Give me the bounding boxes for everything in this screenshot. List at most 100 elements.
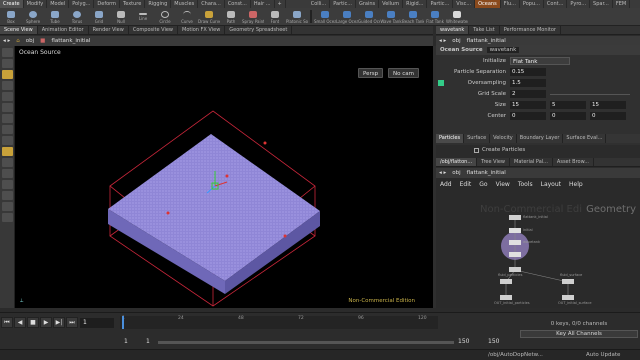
particle-separation-field[interactable]: 0.15 (510, 68, 546, 76)
shelf-tab[interactable]: Colli... (308, 0, 331, 8)
range-slider[interactable] (158, 341, 454, 344)
current-frame-field[interactable]: 1 (80, 318, 114, 328)
light-tool-icon[interactable] (2, 213, 13, 222)
node-label[interactable]: fluid_particles (498, 273, 522, 277)
key-all-channels-button[interactable]: Key All Channels (520, 330, 638, 338)
shelf-tab[interactable]: Pyro... (567, 0, 591, 8)
rotate-tool-icon[interactable] (2, 70, 13, 79)
breadcrumb-obj[interactable]: obj (23, 38, 37, 44)
view-tool-icon[interactable] (2, 125, 13, 134)
shelf-tab[interactable]: Model (47, 0, 70, 8)
tab-performance-monitor[interactable]: Performance Monitor (500, 26, 561, 34)
draw-curve-tool[interactable]: Draw Curve (198, 8, 220, 26)
tab-render-view[interactable]: Render View (89, 26, 129, 34)
back-arrow-icon[interactable]: ◂ ▸ (436, 170, 449, 176)
grid-snap-icon[interactable] (2, 191, 13, 200)
oversampling-field[interactable]: 1.5 (510, 79, 546, 87)
range-end-global-field[interactable]: 150 (488, 337, 499, 347)
torus-tool[interactable]: Torus (66, 8, 88, 26)
shelf-tab[interactable]: Rigging (145, 0, 172, 8)
play-icon[interactable]: ▶ (40, 317, 52, 328)
shelf-tab[interactable]: Hair ... (251, 0, 275, 8)
breadcrumb-node[interactable]: flattank_initial (464, 170, 509, 176)
node-name-field[interactable]: wavetank (486, 47, 520, 53)
size-z-field[interactable]: 15 (590, 101, 626, 109)
handle-tool-icon[interactable] (2, 92, 13, 101)
node-label[interactable]: fluid_surface (560, 273, 582, 277)
node-label[interactable]: wavetank (523, 240, 540, 244)
menu-help[interactable]: Help (565, 180, 587, 190)
wave-tank-tool[interactable]: Wave Tank (380, 8, 402, 26)
step-forward-icon[interactable]: ▶| (53, 317, 65, 328)
font-tool[interactable]: Font (264, 8, 286, 26)
shelf-tab[interactable]: Texture (120, 0, 146, 8)
line-tool[interactable]: Line (132, 8, 154, 26)
whitewater-tool[interactable]: Whitewater (446, 8, 468, 26)
display-tool-icon[interactable] (2, 169, 13, 178)
shelf-tab[interactable]: Rigid... (403, 0, 428, 8)
shelf-tab[interactable]: Const... (225, 0, 251, 8)
path-tool[interactable]: Path (220, 8, 242, 26)
timeline-ruler[interactable]: 1 24 48 72 96 120 (120, 316, 438, 329)
node-label[interactable]: flattank_initial (523, 215, 548, 219)
tab-boundary-layer[interactable]: Boundary Layer (517, 134, 564, 143)
stop-icon[interactable]: ■ (27, 317, 39, 328)
shelf-tab[interactable]: FEM (613, 0, 631, 8)
shelf-tab[interactable]: Partic... (427, 0, 454, 8)
move-tool-icon[interactable] (2, 59, 13, 68)
tab-motion-fx-view[interactable]: Motion FX View (178, 26, 226, 34)
tab-geometry-spreadsheet[interactable]: Geometry Spreadsheet (225, 26, 293, 34)
shelf-tab[interactable]: Partic... (330, 0, 356, 8)
menu-edit[interactable]: Edit (456, 180, 476, 190)
back-arrow-icon[interactable]: ◂ ▸ (0, 38, 13, 44)
shelf-tab[interactable]: Muscles (171, 0, 199, 8)
shelf-tab-oceans[interactable]: Oceans (475, 0, 501, 8)
add-shelf-button[interactable]: + (275, 0, 286, 8)
tab-asset-browser[interactable]: Asset Brow... (553, 158, 595, 166)
magnet-tool-icon[interactable] (2, 180, 13, 189)
network-editor[interactable]: flattank_initial initial wavetank fluid_… (436, 178, 640, 308)
box-tool[interactable]: Box (0, 8, 22, 26)
menu-view[interactable]: View (492, 180, 514, 190)
create-particles-checkbox[interactable] (474, 148, 479, 153)
select-tool-icon[interactable] (2, 48, 13, 57)
breadcrumb-node[interactable]: flattank_initial (464, 38, 509, 44)
grid-scale-field[interactable]: 2 (510, 90, 546, 98)
shelf-tab[interactable]: Grains (356, 0, 380, 8)
scale-tool-icon[interactable] (2, 81, 13, 90)
tab-material-palette[interactable]: Material Pal... (510, 158, 553, 166)
size-y-field[interactable]: 5 (550, 101, 586, 109)
grid-scale-slider[interactable] (550, 94, 630, 95)
node-label[interactable]: OUT_initial_particles (494, 301, 530, 305)
null-tool[interactable]: Null (110, 8, 132, 26)
tab-animation-editor[interactable]: Animation Editor (38, 26, 89, 34)
beach-tank-tool[interactable]: Beach Tank (402, 8, 424, 26)
home-icon[interactable]: ⌂ (13, 38, 23, 44)
breadcrumb-node[interactable]: flattank_initial (48, 38, 93, 44)
tab-network-editor[interactable]: /obj/flatton... (436, 158, 478, 166)
shelf-tab[interactable]: Cont... (544, 0, 568, 8)
tab-tree-view[interactable]: Tree View (477, 158, 510, 166)
center-y-field[interactable]: 0 (550, 112, 586, 120)
tab-scene-view[interactable]: Scene View (0, 26, 38, 34)
spray-paint-tool[interactable]: Spray Paint (242, 8, 264, 26)
auto-update-button[interactable]: Auto Update (586, 350, 620, 360)
tab-surface[interactable]: Surface (464, 134, 491, 143)
brush-tool-icon[interactable] (2, 114, 13, 123)
node-label[interactable]: initial (523, 228, 533, 232)
tab-velocity[interactable]: Velocity (490, 134, 517, 143)
lock-tool-icon[interactable] (2, 158, 13, 167)
menu-add[interactable]: Add (436, 180, 456, 190)
range-start-field[interactable]: 1 (124, 337, 128, 347)
shelf-tab[interactable]: Popu... (520, 0, 544, 8)
range-start-global-field[interactable]: 1 (146, 337, 150, 347)
tab-composite-view[interactable]: Composite View (129, 26, 178, 34)
shelf-tab[interactable]: Spar... (590, 0, 613, 8)
sphere-tool[interactable]: Sphere (22, 8, 44, 26)
flat-tank-tool[interactable]: Flat Tank (424, 8, 446, 26)
tube-tool[interactable]: Tube (44, 8, 66, 26)
scene-viewport[interactable]: Ocean Source Persp No cam ⟂ Non-Commerci… (15, 46, 433, 308)
menu-layout[interactable]: Layout (537, 180, 565, 190)
large-ocean-tool[interactable]: Large Ocean (336, 8, 358, 26)
measure-tool-icon[interactable] (2, 147, 13, 156)
